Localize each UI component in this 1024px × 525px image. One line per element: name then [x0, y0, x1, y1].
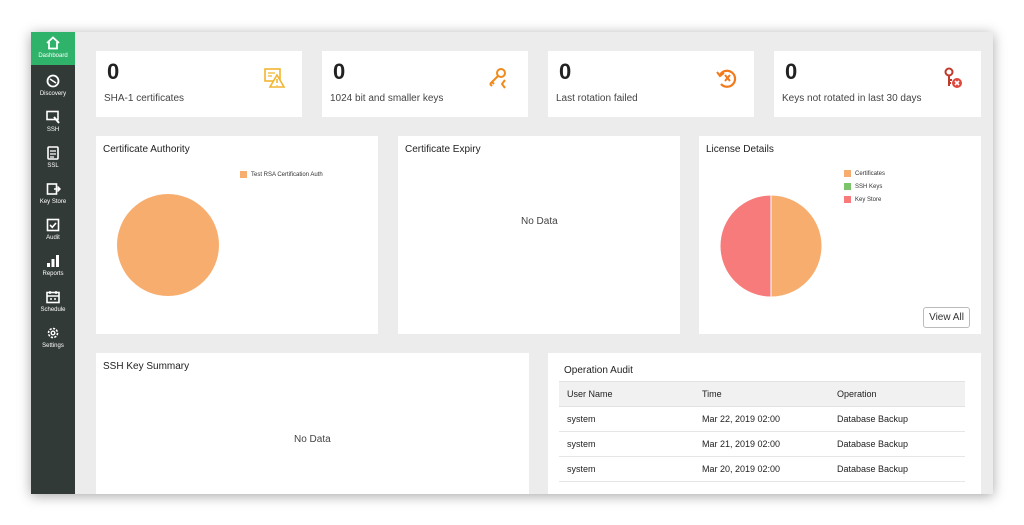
sidebar-item-label: Audit	[46, 235, 60, 241]
sidebar-item-schedule[interactable]: Schedule	[31, 286, 75, 320]
audit-table: User Name Time Operation system Mar 22, …	[559, 381, 965, 482]
legend-item[interactable]: SSH Keys	[844, 180, 885, 193]
ssh-icon	[46, 110, 60, 124]
cell-time: Mar 22, 2019 02:00	[694, 406, 829, 432]
stat-value: 0	[559, 59, 572, 84]
license-details-panel: License Details Certificates SSH Keys Ke…	[699, 136, 981, 334]
sidebar-item-dashboard[interactable]: Dashboard	[31, 32, 75, 65]
sidebar-item-key-store[interactable]: Key Store	[31, 178, 75, 212]
certificate-warning-icon	[264, 68, 286, 88]
sidebar-item-ssh[interactable]: SSH	[31, 106, 75, 140]
sidebar-item-settings[interactable]: Settings	[31, 322, 75, 356]
chart-legend: Certificates SSH Keys Key Store	[844, 167, 885, 206]
sidebar-item-label: SSL	[47, 163, 59, 169]
stat-label: Last rotation failed	[556, 93, 638, 104]
settings-icon	[47, 327, 59, 339]
stat-label: Keys not rotated in last 30 days	[782, 93, 922, 104]
stat-card-not-rotated[interactable]: 0 Keys not rotated in last 30 days	[774, 51, 981, 117]
legend-label: Key Store	[855, 196, 882, 203]
view-all-button[interactable]: View All	[923, 307, 970, 328]
sidebar-item-ssl[interactable]: SSL	[31, 142, 75, 176]
sidebar-item-audit[interactable]: Audit	[31, 214, 75, 248]
panel-title: Certificate Expiry	[405, 144, 481, 155]
pie-slice-test-rsa-certification-auth[interactable]	[117, 194, 219, 296]
chart-legend: Test RSA Certification Auth	[240, 168, 323, 181]
stat-value: 0	[333, 59, 346, 84]
stat-label: SHA-1 certificates	[104, 93, 185, 104]
no-data-message: No Data	[521, 216, 558, 227]
legend-swatch	[844, 183, 851, 190]
sidebar-item-label: Key Store	[39, 199, 67, 205]
sidebar-item-label: Dashboard	[38, 53, 68, 59]
legend-swatch	[844, 196, 851, 203]
sidebar-item-label: Reports	[42, 271, 64, 277]
home-icon	[46, 36, 60, 50]
sidebar-item-label: SSH	[46, 127, 60, 133]
reports-icon	[47, 255, 59, 267]
legend-label: SSH Keys	[855, 183, 883, 190]
panel-title: License Details	[706, 144, 774, 155]
legend-swatch	[240, 171, 247, 178]
stat-card-weak-keys[interactable]: 0 1024 bit and smaller keys	[322, 51, 528, 117]
certificate-authority-panel: Certificate Authority Test RSA Certifica…	[96, 136, 378, 334]
cell-operation: Database Backup	[829, 456, 965, 482]
certificate-expiry-panel: Certificate Expiry No Data	[398, 136, 680, 334]
cell-operation: Database Backup	[829, 431, 965, 457]
rotation-failed-icon	[716, 69, 737, 88]
cell-user-name: system	[559, 431, 694, 457]
table-header-row: User Name Time Operation	[559, 381, 965, 407]
discovery-icon	[46, 74, 60, 88]
legend-item[interactable]: Key Store	[844, 193, 885, 206]
key-store-icon	[46, 183, 61, 195]
cell-operation: Database Backup	[829, 406, 965, 432]
sidebar-item-label: Discovery	[39, 91, 67, 97]
stat-value: 0	[107, 59, 120, 84]
ssh-key-summary-panel: SSH Key Summary No Data	[96, 353, 529, 494]
column-header-time[interactable]: Time	[694, 381, 829, 407]
dashboard-main: 0 SHA-1 certificates 0 1024 bit and smal…	[75, 32, 993, 494]
schedule-icon	[46, 291, 60, 304]
pie-slice-key-store[interactable]	[719, 194, 772, 298]
operation-audit-panel: Operation Audit User Name Time Operation…	[548, 353, 981, 494]
cell-user-name: system	[559, 456, 694, 482]
legend-item[interactable]: Certificates	[844, 167, 885, 180]
legend-label: Test RSA Certification Auth	[251, 171, 323, 178]
ssl-icon	[47, 146, 59, 160]
cell-time: Mar 21, 2019 02:00	[694, 431, 829, 457]
table-row[interactable]: system Mar 20, 2019 02:00 Database Backu…	[559, 456, 965, 482]
legend-swatch	[844, 170, 851, 177]
key-error-icon	[944, 67, 962, 88]
stat-value: 0	[785, 59, 798, 84]
sidebar-item-reports[interactable]: Reports	[31, 250, 75, 284]
panel-title: SSH Key Summary	[103, 361, 190, 372]
license-details-pie-chart	[719, 194, 823, 298]
key-warning-icon	[489, 68, 506, 89]
table-row[interactable]: system Mar 22, 2019 02:00 Database Backu…	[559, 406, 965, 432]
sidebar-item-label: Schedule	[40, 307, 66, 313]
stat-label: 1024 bit and smaller keys	[330, 93, 444, 104]
certificate-authority-pie-chart	[117, 194, 219, 296]
audit-icon	[46, 218, 60, 232]
panel-title: Certificate Authority	[103, 144, 190, 155]
no-data-message: No Data	[294, 434, 331, 445]
column-header-operation[interactable]: Operation	[829, 381, 965, 407]
cell-user-name: system	[559, 406, 694, 432]
sidebar-item-discovery[interactable]: Discovery	[31, 70, 75, 104]
sidebar: Dashboard Discovery SSH SSL Key Store Au…	[31, 32, 75, 494]
column-header-user-name[interactable]: User Name	[559, 381, 694, 407]
legend-item[interactable]: Test RSA Certification Auth	[240, 168, 323, 181]
legend-label: Certificates	[855, 170, 886, 177]
table-row[interactable]: system Mar 21, 2019 02:00 Database Backu…	[559, 431, 965, 457]
app-window: Dashboard Discovery SSH SSL Key Store Au…	[31, 32, 993, 494]
pie-slice-certificates[interactable]	[770, 194, 823, 298]
panel-title: Operation Audit	[564, 365, 633, 376]
cell-time: Mar 20, 2019 02:00	[694, 456, 829, 482]
stat-card-rotation-failed[interactable]: 0 Last rotation failed	[548, 51, 754, 117]
sidebar-item-label: Settings	[42, 343, 64, 349]
stat-card-sha1[interactable]: 0 SHA-1 certificates	[96, 51, 302, 117]
